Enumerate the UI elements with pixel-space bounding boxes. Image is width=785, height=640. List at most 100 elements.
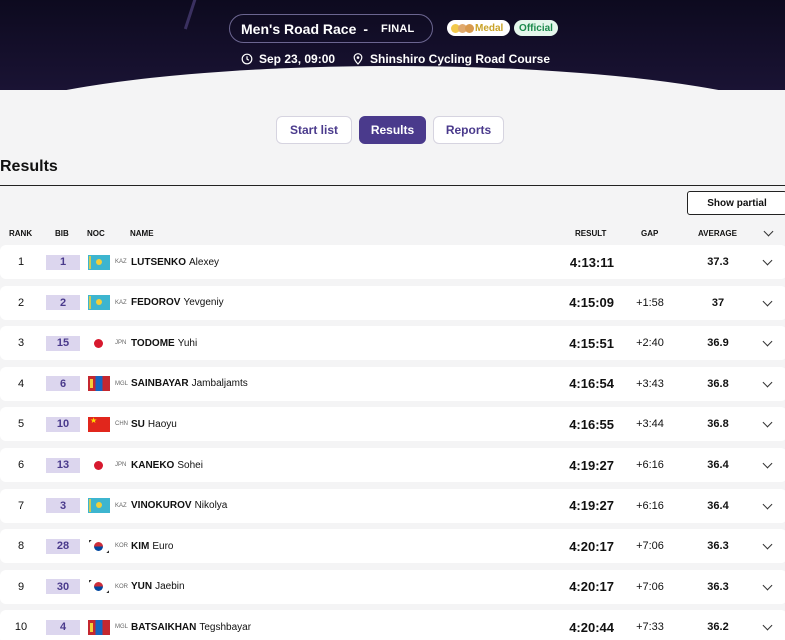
header-decoration (183, 0, 200, 30)
column-header-average: AVERAGE (698, 229, 737, 238)
athlete-name[interactable]: BATSAIKHAN Tegshbayar (131, 610, 251, 640)
chevron-down-icon[interactable] (762, 458, 773, 469)
noc-code: KAZ (115, 259, 127, 265)
result-cell: 4:20:17 (569, 538, 614, 554)
table-row[interactable]: 6 13 JPN KANEKO Sohei 4:19:27 +6:16 36.4 (0, 448, 785, 482)
noc-flag (88, 489, 110, 523)
athlete-given-name: Nikolya (194, 500, 228, 512)
athlete-surname: YUN (131, 581, 153, 593)
average-cell: 36.8 (707, 418, 729, 431)
event-datetime-text: Sep 23, 09:00 (259, 52, 336, 66)
noc-code: KOR (115, 543, 129, 550)
athlete-given-name: Haoyu (147, 418, 177, 430)
column-header-name: NAME (130, 229, 154, 238)
noc-flag (88, 407, 110, 441)
flag-icon (88, 254, 110, 270)
gap-cell: +1:58 (636, 296, 664, 309)
bib-cell: 28 (46, 529, 80, 563)
chevron-down-icon[interactable] (762, 336, 773, 347)
athlete-given-name: Jaebin (155, 581, 185, 593)
athlete-given-name: Sohei (177, 459, 203, 471)
chevron-down-icon[interactable] (762, 499, 773, 510)
chevron-down-icon[interactable] (762, 255, 773, 266)
medal-badge: Medal (447, 20, 510, 36)
athlete-name[interactable]: VINOKUROV Nikolya (131, 489, 227, 523)
average-cell: 36.9 (707, 337, 729, 350)
athlete-surname: SAINBAYAR (131, 378, 189, 390)
bib-badge: 2 (46, 295, 80, 311)
chevron-down-icon[interactable] (762, 539, 773, 550)
athlete-name[interactable]: LUTSENKO Alexey (131, 245, 219, 279)
event-datetime: Sep 23, 09:00 (241, 52, 335, 66)
athlete-name[interactable]: SAINBAYAR Jambaljamts (131, 367, 248, 401)
table-row[interactable]: 8 28 KOR KIM Euro 4:20:17 +7:06 36.3 (0, 529, 785, 564)
athlete-name[interactable]: KIM Euro (131, 529, 173, 563)
flag-icon (88, 336, 110, 351)
location-pin-icon (353, 53, 363, 65)
gap-cell (630, 245, 670, 279)
rank-cell: 2 (17, 296, 25, 309)
athlete-given-name: Euro (152, 540, 174, 552)
bib-cell: 3 (46, 489, 80, 523)
athlete-name[interactable]: YUN Jaebin (131, 570, 185, 604)
expand-all-chevron-icon[interactable] (763, 226, 774, 237)
tab-start-list[interactable]: Start list (276, 116, 352, 144)
athlete-surname: SU (131, 418, 145, 430)
flag-icon (88, 376, 110, 392)
bib-cell: 30 (46, 570, 80, 604)
bib-badge: 10 (46, 416, 80, 432)
rank-cell: 7 (17, 499, 25, 512)
tab-reports[interactable]: Reports (433, 116, 504, 144)
event-phase: FINAL (381, 22, 415, 35)
athlete-surname: BATSAIKHAN (131, 621, 197, 633)
chevron-down-icon[interactable] (762, 377, 773, 388)
rank-cell: 9 (17, 580, 25, 593)
title-separator: - (363, 20, 369, 37)
bib-cell: 4 (46, 610, 80, 640)
result-cell: 4:16:55 (569, 416, 614, 432)
flag-icon (88, 498, 110, 514)
noc-code: JPN (115, 462, 127, 468)
tab-results[interactable]: Results (359, 116, 426, 144)
bib-badge: 28 (46, 538, 80, 554)
event-venue: Shinshiro Cycling Road Course (352, 52, 550, 66)
bib-badge: 3 (46, 498, 80, 514)
gap-cell: +3:44 (636, 418, 664, 431)
noc-flag (88, 529, 110, 563)
athlete-name[interactable]: KANEKO Sohei (131, 448, 203, 482)
rank-cell: 3 (17, 337, 25, 350)
athlete-name[interactable]: FEDOROV Yevgeniy (131, 286, 224, 320)
flag-icon (88, 295, 110, 311)
column-header-gap: GAP (641, 229, 659, 238)
chevron-down-icon[interactable] (762, 417, 773, 428)
chevron-down-icon[interactable] (762, 620, 773, 631)
chevron-down-icon[interactable] (762, 580, 773, 591)
average-cell: 36.4 (707, 499, 729, 512)
table-row[interactable]: 3 15 JPN TODOME Yuhi 4:15:51 +2:40 36.9 (0, 326, 785, 361)
result-cell: 4:20:17 (569, 579, 614, 595)
athlete-name[interactable]: TODOME Yuhi (131, 326, 197, 360)
chevron-down-icon[interactable] (762, 296, 773, 307)
gap-cell: +7:06 (636, 580, 664, 593)
athlete-surname: TODOME (131, 337, 175, 349)
average-cell: 36.2 (707, 621, 729, 634)
rank-cell: 6 (17, 459, 25, 471)
noc-flag (88, 326, 110, 360)
table-row[interactable]: 4 6 MGL SAINBAYAR Jambaljamts 4:16:54 +3:43 36.… (0, 366, 785, 401)
bib-cell: 2 (46, 286, 80, 320)
athlete-name[interactable]: SU Haoyu (131, 407, 177, 441)
column-header-result: RESULT (575, 229, 607, 238)
event-title-pill: Men's Road Race - FINAL (229, 14, 433, 43)
athlete-given-name: Jambaljamts (191, 378, 248, 390)
show-partial-button[interactable]: Show partial (687, 191, 785, 215)
gap-cell: +7:06 (636, 540, 664, 553)
table-row[interactable]: 2 2 KAZ FEDOROV Yevgeniy 4:15:09 +1:58 37 (0, 285, 785, 320)
table-row[interactable]: 9 30 KOR YUN Jaebin 4:20:17 +7:06 36.3 (0, 569, 785, 604)
table-row[interactable]: 1 1 KAZ LUTSENKO Alexey 4:13:11 37.3 (0, 245, 785, 279)
table-row[interactable]: 7 3 KAZ VINOKUROV Nikolya 4:19:27 +6:16 36.4 (0, 488, 785, 523)
noc-flag (88, 367, 110, 401)
result-cell: 4:15:09 (569, 295, 614, 311)
table-row[interactable]: 10 4 MGL BATSAIKHAN Tegshbayar 4:20:44 +7:33 36… (0, 610, 785, 640)
table-row[interactable]: 5 10 CHNSUHaoyu 4:16:55 +3:44 36.8 (0, 407, 785, 442)
result-cell: 4:19:27 (569, 498, 614, 514)
